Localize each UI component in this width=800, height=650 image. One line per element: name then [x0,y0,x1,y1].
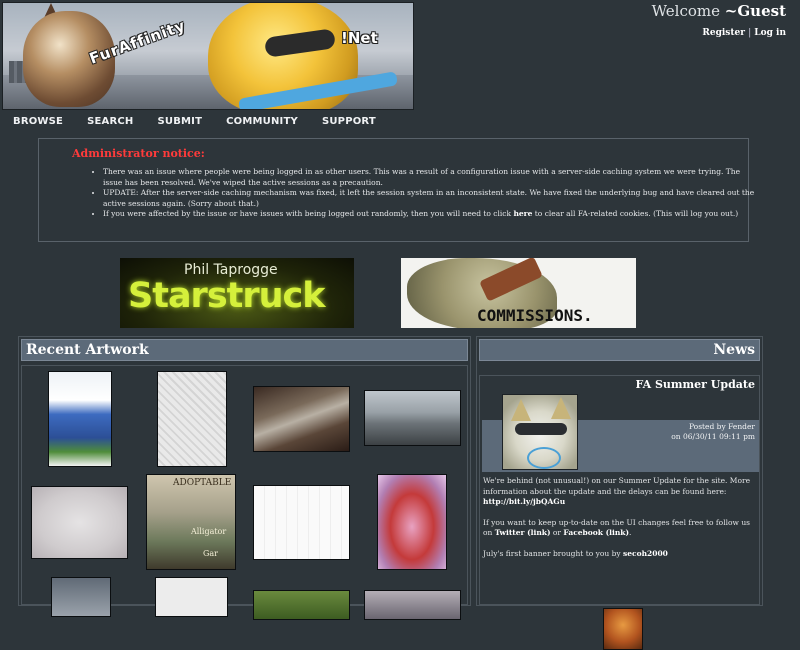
site-logo-suffix: !Net [341,29,378,47]
admin-notice-title: Administrator notice: [72,147,205,160]
clear-cookies-link[interactable]: here [513,209,532,218]
news-item: FA Summer Update Posted by Fender on 06/… [479,375,760,650]
ad-banner-commissions[interactable]: COMMISSIONS. [401,258,636,328]
main-nav: BROWSE SEARCH SUBMIT COMMUNITY SUPPORT [13,116,400,127]
admin-notice: Administrator notice: There was an issue… [38,138,754,242]
ad-commissions-text: COMMISSIONS. [477,306,593,325]
artwork-thumbnail[interactable] [157,371,227,467]
recent-artwork-gallery: ADOPTABLE Alligator Gar [21,365,468,620]
ad-banner-starstruck[interactable]: Phil Taprogge Starstruck [120,258,354,328]
admin-notice-item3-before: If you were affected by the issue or hav… [103,209,512,218]
welcome-prefix: Welcome [651,2,721,20]
artwork-thumbnail[interactable] [364,590,461,620]
news-update-link[interactable]: http://bit.ly/jbQAGu [483,497,565,506]
artwork-thumbnail[interactable] [48,371,112,467]
nav-submit[interactable]: SUBMIT [157,116,202,127]
login-link[interactable]: Log in [754,28,786,38]
news-author-avatar[interactable] [502,394,578,470]
news-p3-text: July's first banner brought to you by [483,548,621,558]
artwork-thumbnail[interactable] [364,390,461,446]
banner-artist-avatar[interactable] [603,608,643,650]
artwork-thumbnail[interactable] [253,386,350,452]
nav-browse[interactable]: BROWSE [13,116,63,127]
adoptable-title: ADOPTABLE [173,478,232,488]
artwork-thumbnail[interactable] [253,590,350,620]
register-link[interactable]: Register [702,28,745,38]
news-panel: News FA Summer Update Posted by Fender o… [476,336,763,650]
recent-artwork-heading: Recent Artwork [21,339,468,361]
auth-separator: | [747,28,752,38]
news-p2-or: or [552,528,562,537]
artwork-thumbnail[interactable] [253,485,350,560]
admin-notice-list: There was an issue where people were bei… [90,167,758,220]
artwork-thumbnail[interactable]: ADOPTABLE Alligator Gar [146,474,236,570]
avatar-ear-right [551,397,571,419]
username: ~Guest [724,2,786,20]
artwork-thumbnail[interactable] [377,474,447,570]
news-byline: Posted by Fender on 06/30/11 09:11 pm [671,422,755,442]
news-body: We're behind (not unusual!) on our Summe… [483,476,758,569]
admin-notice-item: If you were affected by the issue or hav… [103,209,758,220]
recent-artwork-panel: Recent Artwork ADOPTABLE Alligator Gar [18,336,471,620]
avatar-ear-left [511,399,531,421]
banner-artist-link[interactable]: secoh2000 [623,549,668,558]
news-posted-by: Posted by Fender [688,422,755,431]
nav-community[interactable]: COMMUNITY [226,116,298,127]
nav-search[interactable]: SEARCH [87,116,133,127]
artwork-thumbnail[interactable] [155,577,228,617]
welcome-message: Welcome ~Guest [652,2,786,20]
auth-links: Register | Log in [702,28,786,38]
adoptable-name-line2: Gar [203,549,218,558]
artwork-thumbnail[interactable] [31,486,128,559]
news-paragraph: We're behind (not unusual!) on our Summe… [483,476,758,508]
avatar-collar [527,447,561,469]
admin-notice-item3-after: to clear all FA-related cookies. (This w… [534,209,739,218]
facebook-link[interactable]: Facebook (link) [563,528,629,537]
news-paragraph: July's first banner brought to you by se… [483,549,758,560]
news-p1-text: We're behind (not unusual!) on our Summe… [483,476,751,496]
nav-support[interactable]: SUPPORT [322,116,376,127]
ad-starstruck-title: Starstruck [128,276,326,316]
news-heading: News [479,339,760,361]
avatar-mask [515,423,567,435]
adoptable-name-line1: Alligator [191,527,227,536]
admin-notice-item: UPDATE: After the server-side caching me… [103,188,758,209]
artwork-thumbnail[interactable] [51,577,111,617]
twitter-link[interactable]: Twitter (link) [495,528,551,537]
news-posted-on: on 06/30/11 09:11 pm [671,432,755,441]
site-banner[interactable]: FurAffinity !Net [2,2,414,110]
news-title[interactable]: FA Summer Update [635,378,755,391]
news-paragraph: If you want to keep up-to-date on the UI… [483,517,750,538]
admin-notice-item: There was an issue where people were bei… [103,167,758,188]
